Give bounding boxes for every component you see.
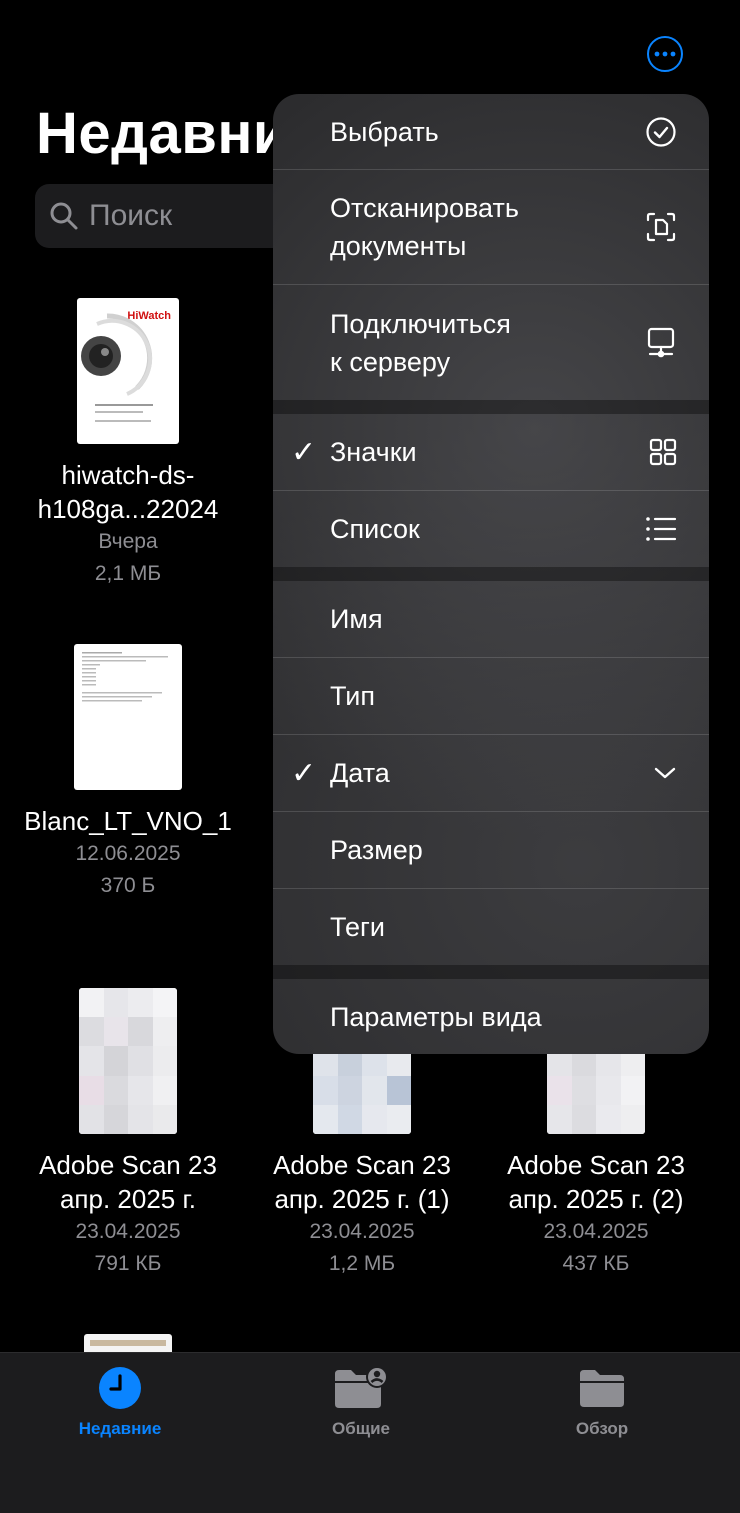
file-date: 12.06.2025 <box>75 842 181 865</box>
search-icon <box>50 202 78 230</box>
file-thumbnail-partial <box>84 1334 172 1354</box>
blurred-scan-preview <box>79 988 177 1134</box>
tab-recents[interactable]: Недавние <box>20 1365 220 1439</box>
text-document-graphic <box>82 652 168 702</box>
camera-lens-graphic <box>81 313 153 422</box>
file-thumbnail <box>79 988 177 1134</box>
tab-label: Недавние <box>78 1419 162 1438</box>
tab-bar: Недавние Общие Обзор <box>0 1352 740 1513</box>
file-date: 23.04.2025 <box>543 1220 649 1243</box>
menu-item-sort-type[interactable]: Тип <box>273 658 709 735</box>
checkmark-circle-icon <box>645 116 677 148</box>
menu-item-connect-server[interactable]: Подключиться к серверу <box>273 285 709 400</box>
file-date: 23.04.2025 <box>75 1220 181 1243</box>
file-size: 437 КБ <box>562 1252 630 1275</box>
clock-icon <box>99 1367 141 1409</box>
file-item[interactable]: Adobe Scan 23 апр. 2025 г. 23.04.2025 79… <box>18 988 238 1280</box>
tab-label: Общие <box>332 1419 390 1438</box>
menu-item-sort-size[interactable]: Размер <box>273 812 709 889</box>
file-item[interactable]: HiWatch hiwatch-ds- h108ga...22024 Вчера… <box>18 298 238 590</box>
chevron-down-icon <box>653 766 677 780</box>
tab-label: Обзор <box>575 1419 629 1438</box>
file-item[interactable]: Blanc_LT_VNO_1 12.06.2025 370 Б <box>18 644 238 902</box>
tab-shared[interactable]: Общие <box>261 1365 461 1439</box>
selected-checkmark: ✓ <box>291 435 317 469</box>
doc-viewfinder-icon <box>645 211 677 243</box>
menu-item-scan-documents[interactable]: Отсканировать документы <box>273 170 709 285</box>
menu-item-select[interactable]: Выбрать <box>273 94 709 170</box>
file-date: 23.04.2025 <box>309 1220 415 1243</box>
file-name: Blanc_LT_VNO_1 <box>24 806 232 836</box>
menu-separator <box>273 965 709 979</box>
file-size: 791 КБ <box>94 1252 162 1275</box>
menu-item-icons-view[interactable]: ✓ Значки <box>273 414 709 491</box>
server-monitor-icon <box>645 326 677 360</box>
grid-icon <box>649 438 677 466</box>
more-options-button[interactable] <box>647 36 683 72</box>
file-thumbnail: HiWatch <box>77 298 179 444</box>
shared-folder-icon <box>335 1366 388 1408</box>
file-name: hiwatch-ds- h108ga...22024 <box>37 460 219 524</box>
selected-checkmark: ✓ <box>291 756 317 790</box>
file-size: 1,2 МБ <box>328 1252 396 1275</box>
file-name: Adobe Scan 23 апр. 2025 г. (1) <box>273 1150 451 1214</box>
menu-item-view-options[interactable]: Параметры вида <box>273 979 709 1054</box>
menu-item-list-view[interactable]: Список <box>273 491 709 567</box>
file-thumbnail <box>74 644 182 790</box>
tab-browse[interactable]: Обзор <box>502 1365 702 1439</box>
file-name: Adobe Scan 23 апр. 2025 г. (2) <box>507 1150 685 1214</box>
file-date: Вчера <box>98 530 158 553</box>
context-menu: Выбрать Отсканировать документы Подключи… <box>273 94 709 1054</box>
menu-item-sort-date[interactable]: ✓ Дата <box>273 735 709 812</box>
menu-item-sort-name[interactable]: Имя <box>273 581 709 658</box>
ellipsis-icon <box>654 51 676 57</box>
file-size: 370 Б <box>100 874 156 897</box>
folder-icon <box>580 1370 624 1407</box>
menu-separator <box>273 567 709 581</box>
file-size: 2,1 МБ <box>94 562 162 585</box>
menu-separator <box>273 400 709 414</box>
search-placeholder: Поиск <box>89 199 173 232</box>
list-bullet-icon <box>645 516 677 542</box>
menu-item-sort-tags[interactable]: Теги <box>273 889 709 965</box>
file-name: Adobe Scan 23 апр. 2025 г. <box>39 1150 217 1214</box>
